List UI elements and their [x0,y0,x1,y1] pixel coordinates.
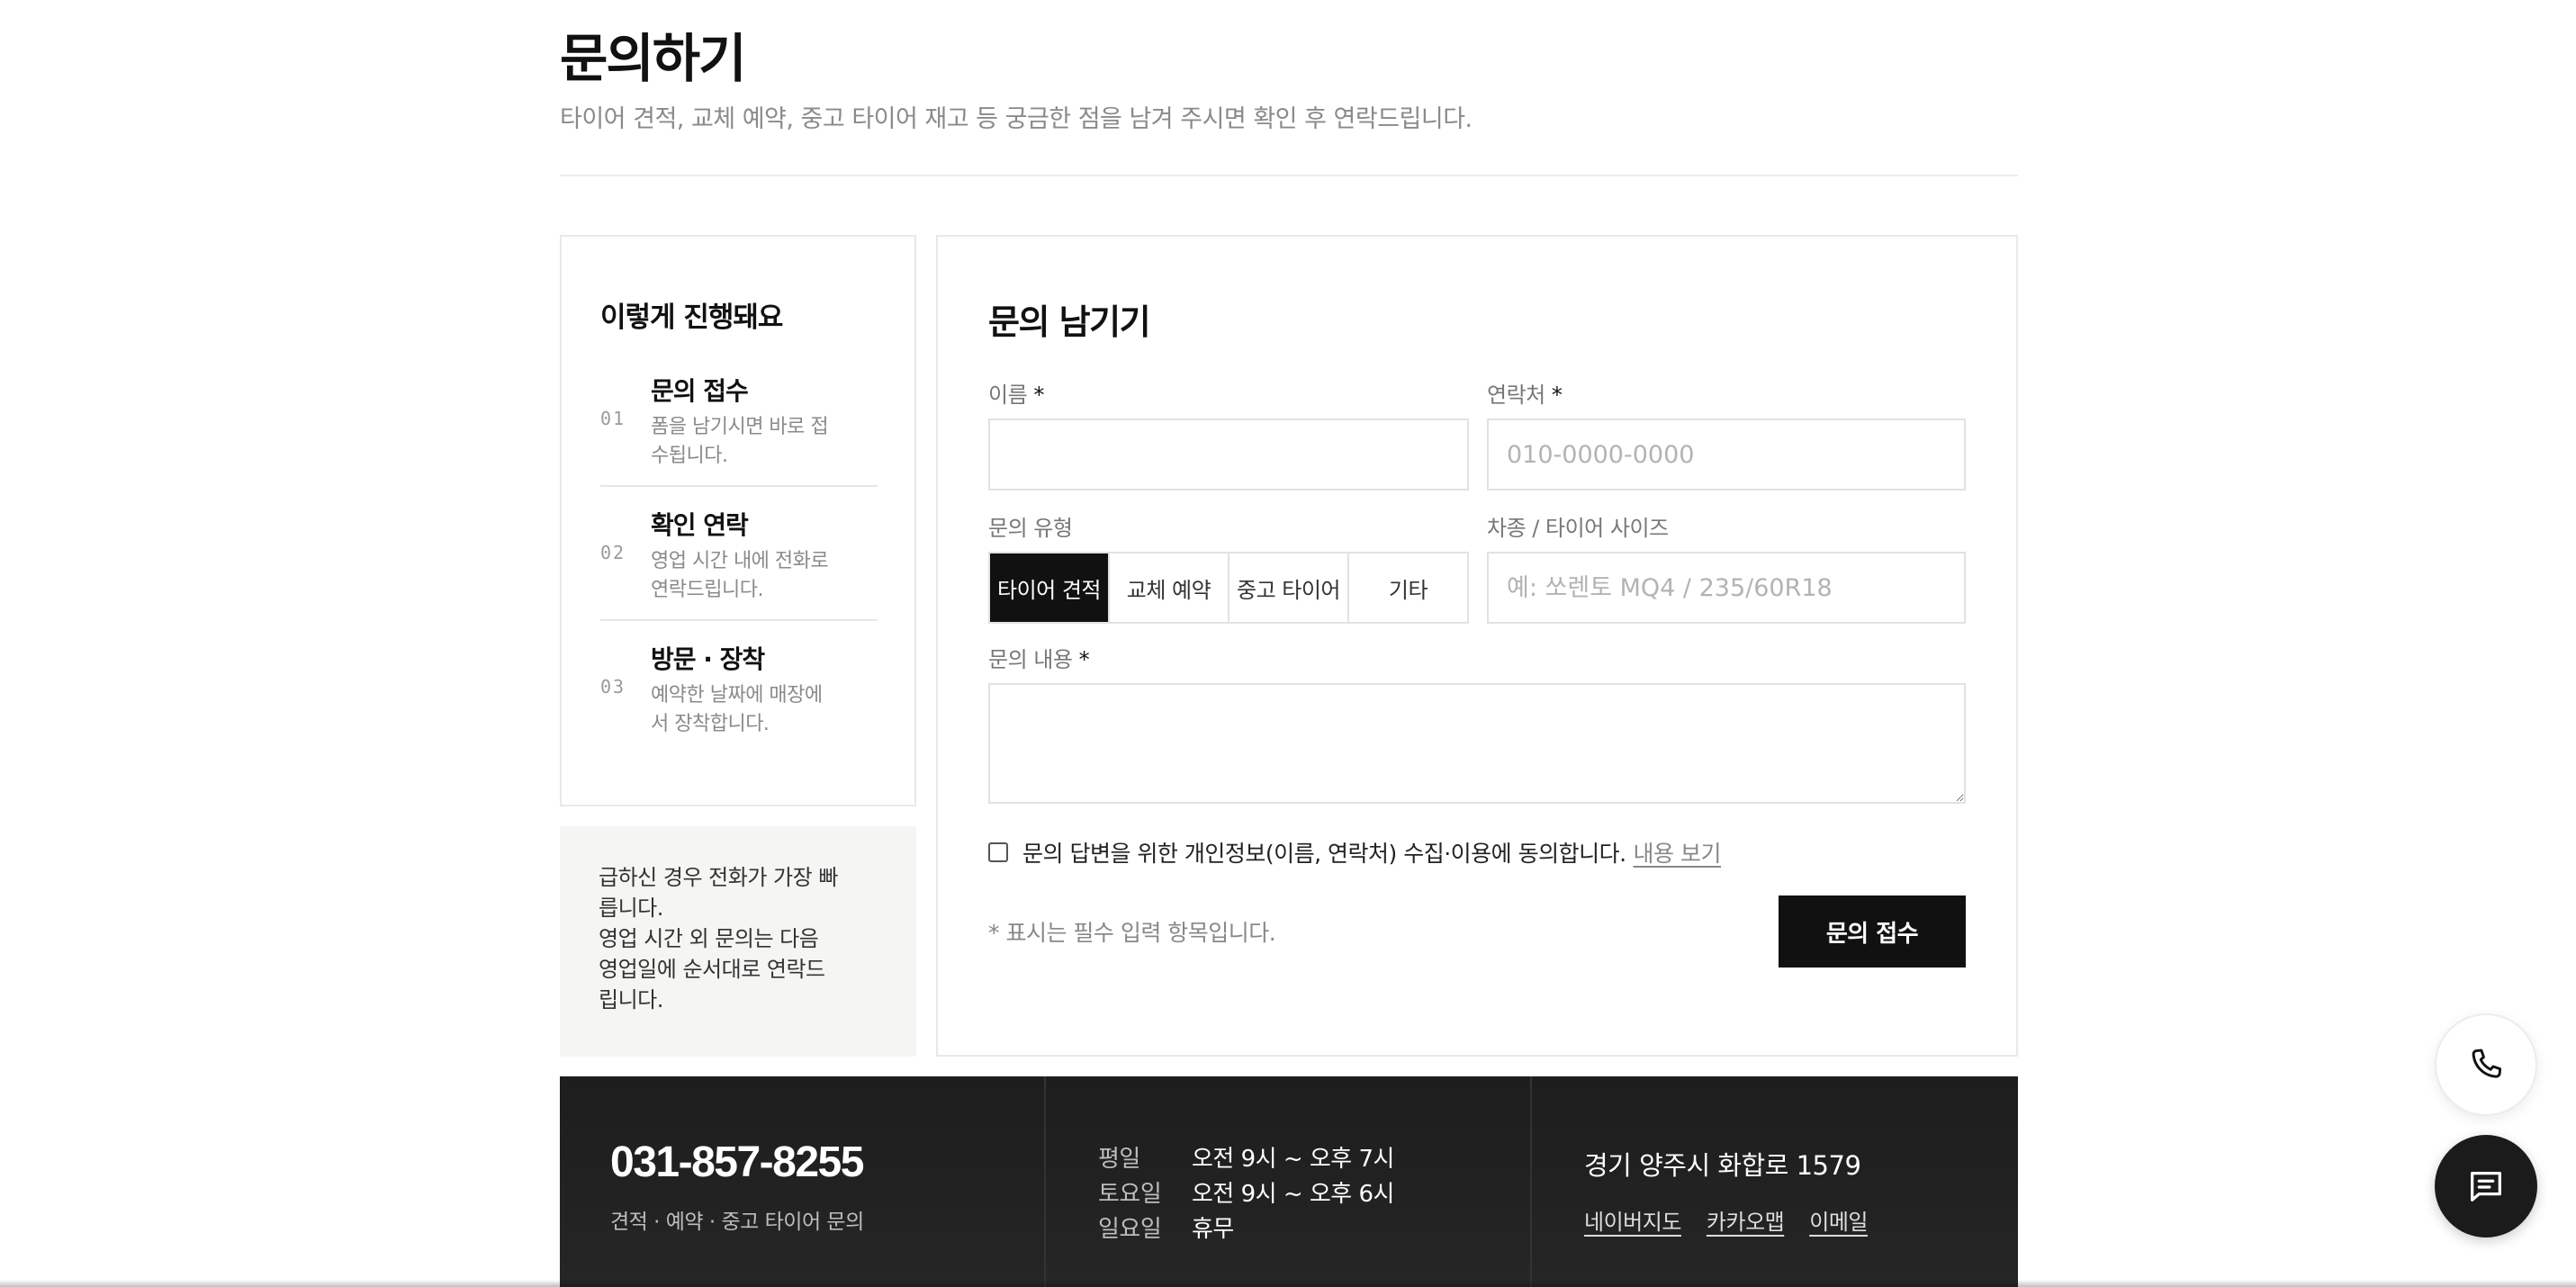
floating-chat-button[interactable] [2435,1135,2537,1238]
viewport-bottom-shadow [0,1280,2576,1287]
phone-label-text: 연락처 [1487,382,1545,408]
required-mark: * [1551,382,1563,408]
type-option-used-tire[interactable]: 중고 타이어 [1229,554,1349,622]
hours-row: 일요일 휴무 [1098,1210,1394,1245]
content-label: 문의 내용 * [988,642,1090,673]
page-subtitle: 타이어 견적, 교체 예약, 중고 타이어 재고 등 궁금한 점을 남겨 주시면… [560,105,1473,133]
footer-divider [1044,1076,1046,1287]
note-line: 급하신 경우 전화가 가장 빠릅니다. [599,865,838,921]
type-option-reservation[interactable]: 교체 예약 [1110,554,1229,622]
page-title: 문의하기 [560,28,746,89]
header-divider [560,175,2018,176]
step-number: 02 [600,542,626,563]
required-note: * 표시는 필수 입력 항목입니다. [988,920,1276,946]
steps-title: 이렇게 진행돼요 [600,302,783,334]
content-label-text: 문의 내용 [988,647,1073,672]
submit-button[interactable]: 문의 접수 [1779,896,1966,968]
vehicle-label: 차종 / 타이어 사이즈 [1487,516,1669,541]
inquiry-form-panel: 문의 남기기 이름 * 연락처 * 문의 유형 타이어 견적 교체 예약 중고 … [936,235,2018,1057]
phone-input[interactable] [1487,418,1966,490]
form-title: 문의 남기기 [988,302,1151,342]
step-desc: 폼을 남기시면 바로 접수됩니다. [651,416,829,467]
type-option-estimate[interactable]: 타이어 견적 [990,554,1110,622]
step-number: 01 [600,408,626,429]
hours-row: 평일 오전 9시 ~ 오후 7시 [1098,1139,1394,1174]
footer: 031-857-8255 견적 · 예약 · 중고 타이어 문의 평일 오전 9… [560,1076,2018,1287]
chat-icon [2471,1171,2501,1202]
consent-row: 문의 답변을 위한 개인정보(이름, 연락처) 수집·이용에 동의합니다. 내용… [988,836,1721,868]
inquiry-type-label: 문의 유형 [988,516,1073,541]
footer-links: 네이버지도 카카오맵 이메일 [1584,1204,1868,1236]
phone-label: 연락처 * [1487,377,1563,409]
inquiry-type-selector: 타이어 견적 교체 예약 중고 타이어 기타 [988,552,1469,624]
hours-time: 오전 9시 ~ 오후 7시 [1192,1146,1394,1173]
content-textarea[interactable] [988,683,1966,804]
consent-checkbox[interactable] [988,842,1008,862]
step-number: 03 [600,676,626,698]
step-divider [600,485,878,487]
step-name: 방문 · 장착 [651,644,765,674]
hours-day: 일요일 [1098,1216,1162,1243]
footer-address: 경기 양주시 화합로 1579 [1584,1150,1861,1181]
urgent-note-panel: 급하신 경우 전화가 가장 빠릅니다. 영업 시간 외 문의는 다음 영업일에 … [560,826,916,1057]
phone-icon [2472,1048,2502,1078]
hours-row: 토요일 오전 9시 ~ 오후 6시 [1098,1174,1394,1210]
step-desc: 영업 시간 내에 전화로 연락드립니다. [651,550,829,601]
name-label-text: 이름 [988,382,1028,408]
kakao-map-link[interactable]: 카카오맵 [1707,1204,1785,1236]
step-divider [600,619,878,621]
naver-map-link[interactable]: 네이버지도 [1584,1204,1681,1236]
step-name: 확인 연락 [651,510,749,540]
hours-day: 토요일 [1098,1181,1162,1208]
floating-call-button[interactable] [2435,1013,2537,1116]
step-desc: 예약한 날짜에 매장에서 장착합니다. [651,684,823,735]
name-label: 이름 * [988,377,1044,409]
step-name: 문의 접수 [651,376,749,406]
footer-phone-caption: 견적 · 예약 · 중고 타이어 문의 [610,1210,864,1234]
required-mark: * [1033,382,1044,408]
process-steps-panel: 이렇게 진행돼요 01 문의 접수 폼을 남기시면 바로 접수됩니다. 02 확… [560,235,916,806]
required-mark: * [1078,647,1090,672]
note-line: 영업 시간 외 문의는 다음 영업일에 순서대로 연락드립니다. [599,926,825,1012]
footer-divider [1530,1076,1532,1287]
hours-day: 평일 [1098,1146,1140,1173]
email-link[interactable]: 이메일 [1809,1204,1868,1236]
consent-view-link[interactable]: 내용 보기 [1634,836,1722,868]
consent-text: 문의 답변을 위한 개인정보(이름, 연락처) 수집·이용에 동의합니다. [1022,841,1626,867]
urgent-note-text: 급하신 경우 전화가 가장 빠릅니다. 영업 시간 외 문의는 다음 영업일에 … [599,862,842,1015]
hours-time: 휴무 [1192,1216,1234,1243]
hours-time: 오전 9시 ~ 오후 6시 [1192,1181,1394,1208]
vehicle-input[interactable] [1487,552,1966,624]
name-input[interactable] [988,418,1469,490]
type-option-other[interactable]: 기타 [1349,554,1467,622]
footer-phone-number[interactable]: 031-857-8255 [610,1138,864,1187]
business-hours: 평일 오전 9시 ~ 오후 7시 토요일 오전 9시 ~ 오후 6시 일요일 휴… [1098,1139,1394,1245]
